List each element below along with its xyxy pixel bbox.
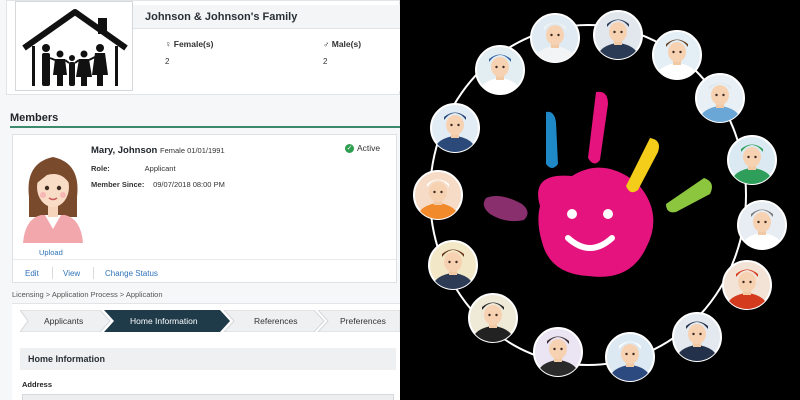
butler-avatar-icon xyxy=(533,327,583,377)
change-status-link[interactable]: Change Status xyxy=(105,269,158,278)
role-label: Role: xyxy=(91,164,110,173)
address-label: Address xyxy=(22,380,53,389)
family-card: Johnson & Johnson's Family ♀ Female(s) 2… xyxy=(6,0,400,95)
step-references[interactable]: References xyxy=(254,316,297,326)
divider xyxy=(93,267,94,279)
female-header: ♀ Female(s) xyxy=(165,39,213,49)
police-avatar-icon xyxy=(672,312,722,362)
surgeon-mask-avatar-icon xyxy=(695,73,745,123)
pilot-avatar-icon xyxy=(530,13,580,63)
professions-graphic xyxy=(400,0,800,400)
male-label: Male(s) xyxy=(331,39,362,49)
step-applicants[interactable]: Applicants xyxy=(44,316,83,326)
doctor-avatar-icon xyxy=(652,30,702,80)
flight-attendant-avatar-icon xyxy=(475,45,525,95)
divider xyxy=(52,267,53,279)
member-name: Mary, Johnson xyxy=(91,145,158,156)
check-circle-icon: ✓ xyxy=(345,143,354,153)
female-label: Female(s) xyxy=(173,39,214,49)
stewardess-avatar-icon xyxy=(430,103,480,153)
member-actions: Edit View Change Status xyxy=(13,259,396,283)
home-information-title: Home Information xyxy=(28,354,106,364)
edit-link[interactable]: Edit xyxy=(25,269,39,278)
view-link[interactable]: View xyxy=(63,269,80,278)
chef-avatar-icon xyxy=(413,170,463,220)
step-preferences[interactable]: Preferences xyxy=(340,316,386,326)
section-divider xyxy=(10,126,400,128)
family-header: Johnson & Johnson's Family xyxy=(133,5,400,29)
status-badge: ✓ Active xyxy=(345,143,380,153)
breadcrumb[interactable]: Licensing > Application Process > Applic… xyxy=(12,290,163,299)
surgeon-avatar-icon xyxy=(727,135,777,185)
home-information-header: Home Information xyxy=(20,348,396,370)
male-icon: ♂ xyxy=(323,39,330,49)
male-count: 2 xyxy=(323,57,328,66)
businesswoman-avatar-icon xyxy=(428,240,478,290)
firefighter-avatar-icon xyxy=(722,260,772,310)
application-wizard: Applicants Home Information References P… xyxy=(12,303,400,400)
waitress-avatar-icon xyxy=(468,293,518,343)
since-value: 09/07/2018 08:00 PM xyxy=(153,180,225,189)
upload-link[interactable]: Upload xyxy=(39,248,63,257)
member-card: Upload Mary, Johnson Female 01/01/1991 ✓… xyxy=(12,134,397,283)
address-field[interactable] xyxy=(22,394,394,400)
members-section-title: Members xyxy=(10,112,59,124)
professions-ring xyxy=(413,10,787,382)
house-family-icon xyxy=(15,1,133,91)
captain-avatar-icon xyxy=(593,10,643,60)
wizard-steps: Applicants Home Information References P… xyxy=(20,310,400,332)
avatar[interactable] xyxy=(21,143,85,243)
member-dob: 01/01/1991 xyxy=(187,146,225,155)
member-info: Female 01/01/1991 xyxy=(160,146,225,155)
step-home-information[interactable]: Home Information xyxy=(130,316,198,326)
member-gender: Female xyxy=(160,146,186,155)
female-count: 2 xyxy=(165,57,170,66)
member-since-row: Member Since: 09/07/2018 08:00 PM xyxy=(91,180,225,189)
member-role-row: Role: Applicant xyxy=(91,164,176,173)
family-stats: ♀ Female(s) 2 ♂ Male(s) 2 xyxy=(133,29,400,91)
sailor-avatar-icon xyxy=(605,332,655,382)
hand-smiley-icon xyxy=(483,91,712,277)
female-icon: ♀ xyxy=(165,39,172,49)
role-value: Applicant xyxy=(144,164,176,173)
physician-avatar-icon xyxy=(737,200,787,250)
since-label: Member Since: xyxy=(91,180,145,189)
male-header: ♂ Male(s) xyxy=(323,39,361,49)
application-panel: Johnson & Johnson's Family ♀ Female(s) 2… xyxy=(0,0,400,400)
family-name: Johnson & Johnson's Family xyxy=(145,11,298,23)
status-text: Active xyxy=(357,143,381,153)
